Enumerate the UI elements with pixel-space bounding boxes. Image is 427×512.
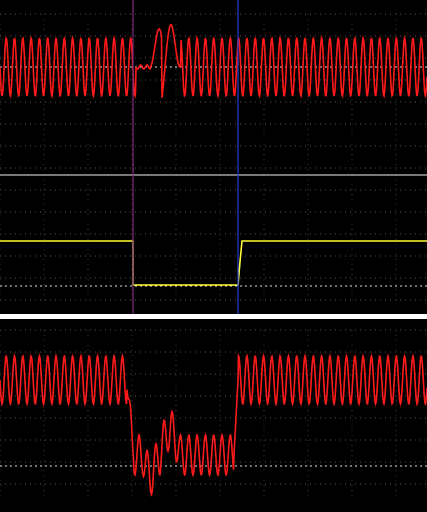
panel-divider bbox=[0, 314, 427, 319]
oscilloscope-display bbox=[0, 0, 427, 512]
